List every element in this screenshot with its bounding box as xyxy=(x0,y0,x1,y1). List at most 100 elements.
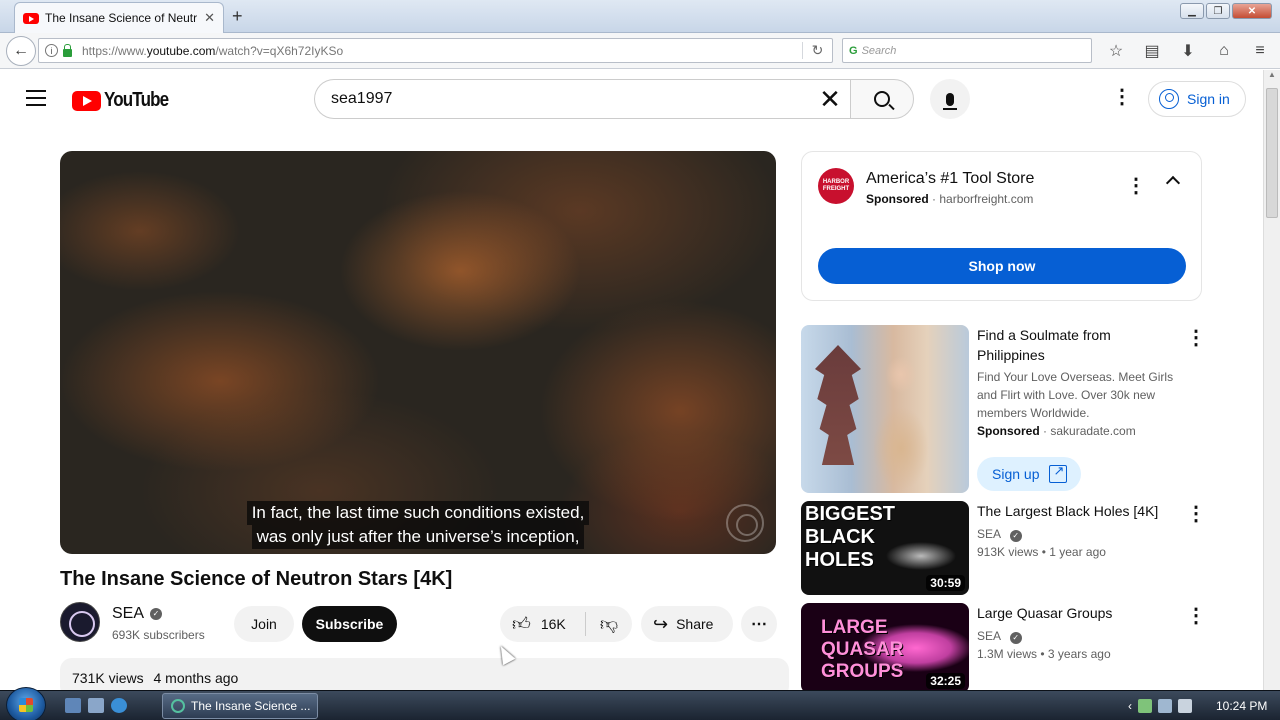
share-button[interactable]: ↪ Share xyxy=(641,606,733,642)
tray-expand-icon[interactable]: ‹ xyxy=(1128,699,1132,713)
voice-search-button[interactable] xyxy=(930,79,970,119)
download-icon[interactable]: ⬇ xyxy=(1172,38,1204,63)
youtube-search-input[interactable]: sea1997 ✕ xyxy=(314,79,850,119)
video-title: The Insane Science of Neutron Stars [4K] xyxy=(60,568,453,590)
sidebar-upload-age: 1 year ago xyxy=(1049,545,1106,559)
ad-title[interactable]: America’s #1 Tool Store xyxy=(866,170,1034,188)
sidebar-video-title[interactable]: The Largest Black Holes [4K] xyxy=(977,501,1167,521)
share-label: Share xyxy=(676,616,714,632)
shop-now-button[interactable]: Shop now xyxy=(818,248,1186,284)
captions: In fact, the last time such conditions e… xyxy=(60,501,776,549)
search-icon xyxy=(874,91,890,107)
channel-watermark-icon[interactable] xyxy=(726,504,764,542)
window-close-icon[interactable]: ✕ xyxy=(1232,3,1272,19)
channel-avatar[interactable] xyxy=(60,602,100,642)
sponsored-thumbnail[interactable] xyxy=(801,325,969,493)
start-button-icon[interactable] xyxy=(6,687,46,720)
switch-windows-icon[interactable] xyxy=(88,698,104,713)
network-icon[interactable] xyxy=(1158,699,1172,713)
caption-line-1: In fact, the last time such conditions e… xyxy=(246,501,590,525)
scroll-up-icon[interactable]: ▲ xyxy=(1264,70,1280,86)
reload-icon[interactable]: ↻ xyxy=(802,42,832,59)
collapse-chevron-icon[interactable] xyxy=(1165,175,1181,191)
info-icon[interactable]: i xyxy=(45,44,58,57)
thumbnail-text: LARGE QUASAR GROUPS xyxy=(821,617,904,682)
new-tab-icon[interactable]: + xyxy=(232,6,243,27)
subscribe-button[interactable]: Subscribe xyxy=(302,606,397,642)
sidebar-video-channel[interactable]: SEA ✓ xyxy=(977,525,1022,543)
verified-icon: ✓ xyxy=(1009,632,1022,644)
sign-in-button[interactable]: Sign in xyxy=(1148,81,1246,117)
menu-icon[interactable]: ≡ xyxy=(1244,38,1276,63)
search-query[interactable]: sea1997 xyxy=(331,90,810,108)
browser-search-field[interactable]: G Search xyxy=(842,38,1092,63)
volume-muted-icon[interactable] xyxy=(1178,699,1192,713)
video-player[interactable]: In fact, the last time such conditions e… xyxy=(60,151,776,554)
bookmark-star-icon[interactable]: ☆ xyxy=(1100,38,1132,63)
view-count: 731K views xyxy=(72,670,144,686)
tray-app-icon[interactable] xyxy=(1138,699,1152,713)
sidebar-view-count: 1.3M views xyxy=(977,647,1038,661)
ad-card[interactable]: HARBOR FREIGHT America’s #1 Tool Store S… xyxy=(801,151,1202,301)
sidebar-video-title[interactable]: Large Quasar Groups xyxy=(977,603,1167,623)
ad-more-icon[interactable]: ⋮ xyxy=(1126,176,1146,196)
taskbar-clock[interactable]: 10:24 PM xyxy=(1216,699,1267,713)
sidebar-video-more-icon[interactable]: ⋮ xyxy=(1186,606,1206,626)
description-box[interactable]: 731K views 4 months ago xyxy=(60,658,789,690)
more-actions-button[interactable]: ⋯ xyxy=(741,606,777,642)
channel-name-text[interactable]: SEA xyxy=(112,605,144,623)
like-count: 16K xyxy=(540,616,566,632)
sidebar-item-title[interactable]: Find a Soulmate from Philippines xyxy=(977,325,1167,365)
back-icon[interactable]: ← xyxy=(6,36,36,66)
sign-up-label: Sign up xyxy=(992,466,1040,482)
internet-explorer-icon[interactable] xyxy=(111,698,127,713)
sidebar-video-channel[interactable]: SEA ✓ xyxy=(977,627,1022,645)
sign-up-button[interactable]: Sign up xyxy=(977,457,1081,491)
scrollbar-thumb[interactable] xyxy=(1266,88,1278,218)
external-link-icon xyxy=(1049,463,1068,483)
search-button[interactable] xyxy=(850,79,914,119)
video-thumbnail[interactable]: LARGE QUASAR GROUPS 32:25 xyxy=(801,603,969,690)
thumbnail-pagoda xyxy=(815,345,861,465)
tab-close-icon[interactable]: ✕ xyxy=(204,10,215,26)
home-icon[interactable]: ⌂ xyxy=(1208,38,1240,63)
sidebar-item-more-icon[interactable]: ⋮ xyxy=(1186,328,1206,348)
browser-app-icon xyxy=(171,699,185,713)
browser-tab[interactable]: The Insane Science of Neutr ✕ xyxy=(14,2,224,33)
reading-list-icon[interactable]: ▤ xyxy=(1136,38,1168,63)
minimize-icon[interactable]: ▁ xyxy=(1180,3,1204,19)
system-tray: ‹ xyxy=(1128,691,1192,720)
show-desktop-icon[interactable] xyxy=(65,698,81,713)
sidebar-video-stats: 913K views • 1 year ago xyxy=(977,545,1106,559)
taskbar-browser-item[interactable]: The Insane Science ... xyxy=(162,693,318,719)
microphone-icon xyxy=(943,92,957,110)
clear-search-icon[interactable]: ✕ xyxy=(810,84,850,115)
sidebar-sponsored-label: Sponsored xyxy=(977,424,1040,438)
taskbar-item-label: The Insane Science ... xyxy=(191,699,311,713)
dislike-button[interactable]: 👎︎ xyxy=(586,613,632,635)
guide-menu-icon[interactable] xyxy=(26,90,46,111)
advertiser-logo[interactable]: HARBOR FREIGHT xyxy=(818,168,854,204)
settings-more-icon[interactable]: ⋮ xyxy=(1112,87,1132,107)
youtube-play-icon xyxy=(72,90,101,111)
url-bar[interactable]: i https://www.youtube.com/watch?v=qX6h72… xyxy=(38,38,833,63)
sidebar-channel-name[interactable]: SEA xyxy=(977,527,1000,541)
windows-taskbar: The Insane Science ... ‹ 10:24 PM xyxy=(0,687,1280,720)
verified-icon: ✓ xyxy=(150,608,163,620)
sidebar-upload-age: 3 years ago xyxy=(1047,647,1111,661)
join-button[interactable]: Join xyxy=(234,606,294,642)
ad-domain: harborfreight.com xyxy=(939,192,1034,206)
sign-in-label: Sign in xyxy=(1187,91,1230,107)
browser-toolbar-icons: ☆ ▤ ⬇ ⌂ ≡ xyxy=(1100,38,1276,63)
page-scrollbar[interactable]: ▲ xyxy=(1263,70,1280,690)
maximize-icon[interactable]: ❐ xyxy=(1206,3,1230,19)
channel-name[interactable]: SEA ✓ xyxy=(112,605,163,623)
search-engine-icon: G xyxy=(849,44,858,57)
like-button[interactable]: 👍︎ 16K xyxy=(500,612,586,636)
sidebar-video-more-icon[interactable]: ⋮ xyxy=(1186,504,1206,524)
url-text[interactable]: https://www.youtube.com/watch?v=qX6h72Iy… xyxy=(82,44,802,58)
sidebar-channel-name[interactable]: SEA xyxy=(977,629,1000,643)
youtube-logo[interactable]: YouTube xyxy=(72,89,180,112)
video-thumbnail[interactable]: BIGGEST BLACK HOLES 30:59 xyxy=(801,501,969,595)
lock-icon xyxy=(63,43,72,57)
